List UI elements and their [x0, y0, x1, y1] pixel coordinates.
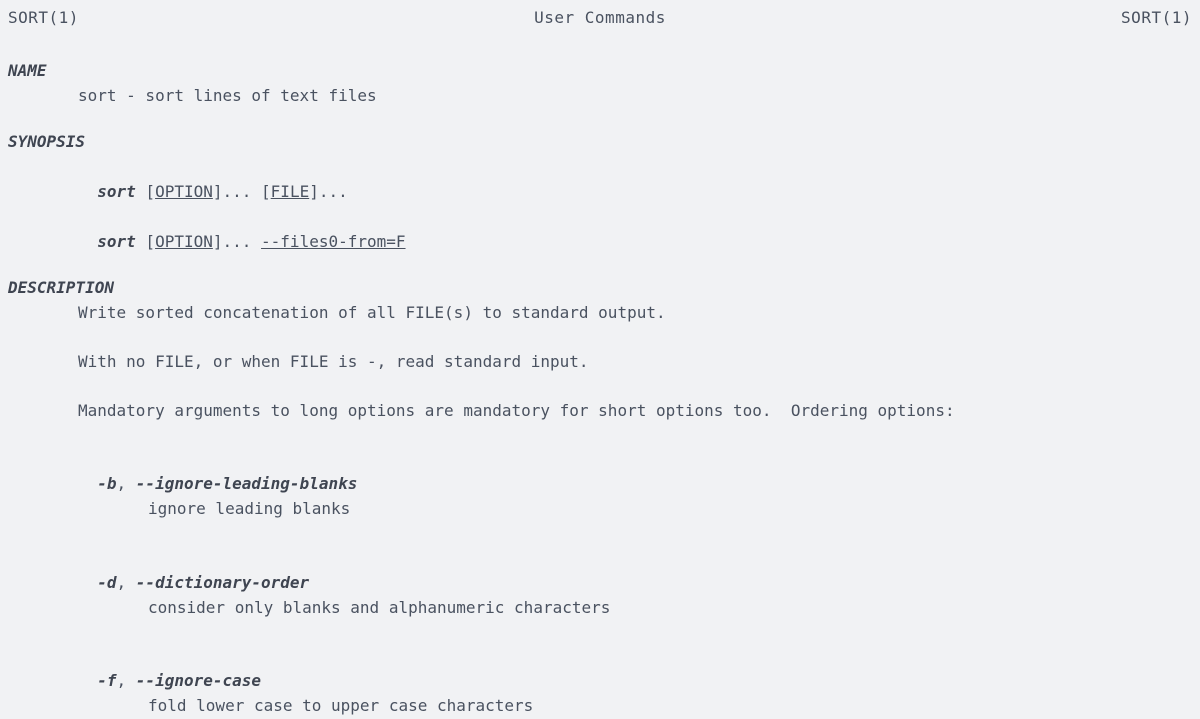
option-short: -b [97, 474, 116, 493]
name-text: sort - sort lines of text files [8, 84, 1192, 109]
section-heading-description: DESCRIPTION [8, 276, 1192, 301]
option-short: -f [97, 671, 116, 690]
section-heading-synopsis: SYNOPSIS [8, 130, 1192, 155]
header-center: User Commands [534, 6, 666, 31]
description-p2: With no FILE, or when FILE is -, read st… [8, 350, 1192, 375]
option-desc: fold lower case to upper case characters [8, 694, 1192, 719]
section-heading-name: NAME [8, 59, 1192, 84]
synopsis-cmd: sort [97, 182, 136, 201]
synopsis-cmd: sort [97, 232, 136, 251]
description-p3: Mandatory arguments to long options are … [8, 399, 1192, 424]
synopsis-line-2: sort [OPTION]... --files0-from=F [8, 205, 1192, 255]
option-short: -d [97, 573, 116, 592]
option-long: --ignore-case [136, 671, 261, 690]
header-right: SORT(1) [1121, 6, 1192, 31]
option-row: -f, --ignore-case [8, 644, 1192, 694]
header-left: SORT(1) [8, 6, 79, 31]
option-row: -b, --ignore-leading-blanks [8, 448, 1192, 498]
synopsis-line-1: sort [OPTION]... [FILE]... [8, 155, 1192, 205]
option-desc: ignore leading blanks [8, 497, 1192, 522]
description-p1: Write sorted concatenation of all FILE(s… [8, 301, 1192, 326]
option-row: -d, --dictionary-order [8, 546, 1192, 596]
synopsis-option: OPTION [155, 182, 213, 201]
synopsis-option: OPTION [155, 232, 213, 251]
synopsis-files0: --files0-from=F [261, 232, 406, 251]
manpage-header: SORT(1) User Commands SORT(1) [8, 6, 1192, 31]
option-desc: consider only blanks and alphanumeric ch… [8, 596, 1192, 621]
option-long: --dictionary-order [136, 573, 309, 592]
option-long: --ignore-leading-blanks [136, 474, 358, 493]
synopsis-file: FILE [271, 182, 310, 201]
